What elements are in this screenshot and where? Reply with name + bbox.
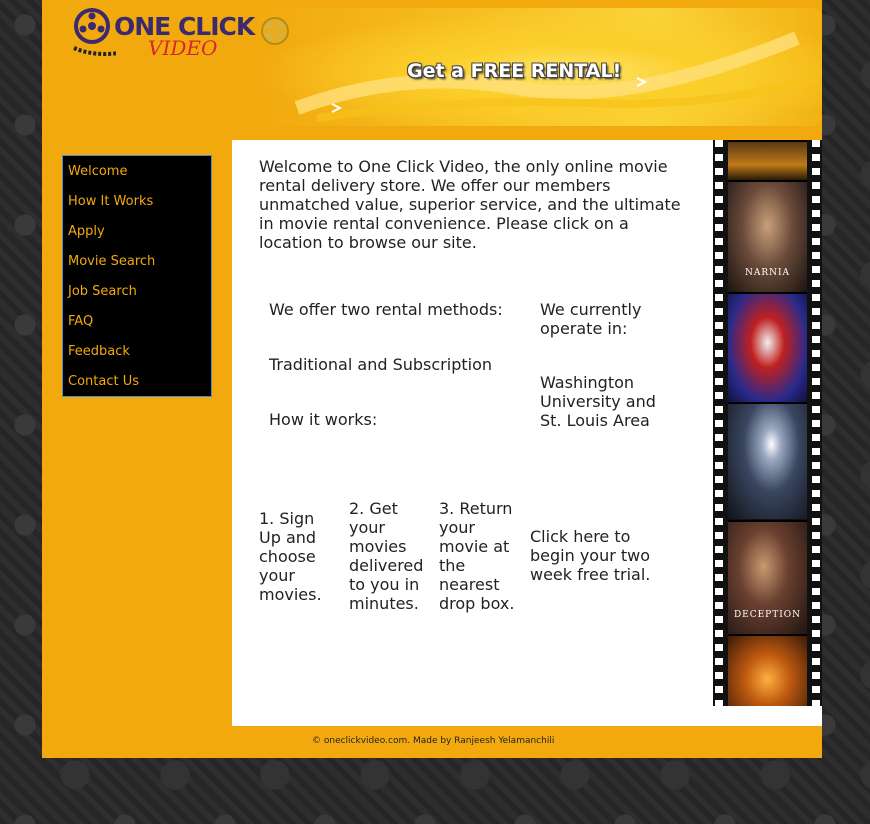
- movie-poster-narnia[interactable]: NARNIA: [728, 180, 807, 292]
- movie-poster-speed-racer[interactable]: [728, 292, 807, 402]
- nav-welcome[interactable]: Welcome: [68, 164, 127, 179]
- logo[interactable]: ONE CLICK VIDEO: [72, 8, 255, 64]
- nav-faq[interactable]: FAQ: [68, 314, 93, 329]
- sidebar-nav: Welcome How It Works Apply Movie Search …: [62, 155, 212, 397]
- filmstrip-sprockets-left: [715, 140, 723, 706]
- nav-movie-search[interactable]: Movie Search: [68, 254, 155, 269]
- movie-filmstrip: NARNIA DECEPTION: [713, 140, 822, 706]
- promo-banner[interactable]: Get a FREE RENTAL!: [257, 8, 822, 126]
- nav-feedback[interactable]: Feedback: [68, 344, 130, 359]
- poster-title-narnia: NARNIA: [744, 268, 791, 278]
- header: ONE CLICK VIDEO Get a FREE RENTAL!: [42, 0, 822, 140]
- poster-title-deception: DECEPTION: [733, 610, 802, 620]
- page-wrapper: ONE CLICK VIDEO Get a FREE RENTAL! Welco…: [42, 0, 822, 758]
- nav-how-it-works[interactable]: How It Works: [68, 194, 153, 209]
- step-sign-up: 1. Sign Up and choose your movies.: [259, 509, 322, 604]
- how-it-works-heading: How it works:: [269, 410, 378, 429]
- step-return-movie: 3. Return your movie at the nearest drop…: [439, 499, 515, 613]
- free-trial-link[interactable]: Click here to begin your two week free t…: [530, 527, 670, 584]
- logo-subtitle: VIDEO: [148, 36, 218, 60]
- movie-poster[interactable]: [728, 140, 807, 180]
- movie-poster-deception[interactable]: DECEPTION: [728, 520, 807, 634]
- step-get-movies: 2. Get your movies delivered to you in m…: [349, 499, 424, 613]
- operate-heading: We currently operate in:: [540, 300, 642, 338]
- rental-methods-value: Traditional and Subscription: [269, 355, 492, 374]
- banner-headline: Get a FREE RENTAL!: [407, 60, 622, 82]
- rental-methods-heading: We offer two rental methods:: [269, 300, 503, 319]
- film-reel-logo-icon: [73, 8, 116, 56]
- movie-poster-iron-man[interactable]: [728, 402, 807, 519]
- operate-location: Washington University and St. Louis Area: [540, 373, 656, 430]
- intro-text: Welcome to One Click Video, the only onl…: [259, 157, 681, 252]
- movie-poster-indiana-jones[interactable]: [728, 634, 807, 706]
- footer-text: © oneclickvideo.com. Made by Ranjeesh Ye…: [312, 736, 555, 746]
- filmstrip-sprockets-right: [812, 140, 820, 706]
- nav-contact-us[interactable]: Contact Us: [68, 374, 139, 389]
- film-reel-icon: [261, 17, 289, 45]
- nav-apply[interactable]: Apply: [68, 224, 105, 239]
- nav-job-search[interactable]: Job Search: [68, 284, 137, 299]
